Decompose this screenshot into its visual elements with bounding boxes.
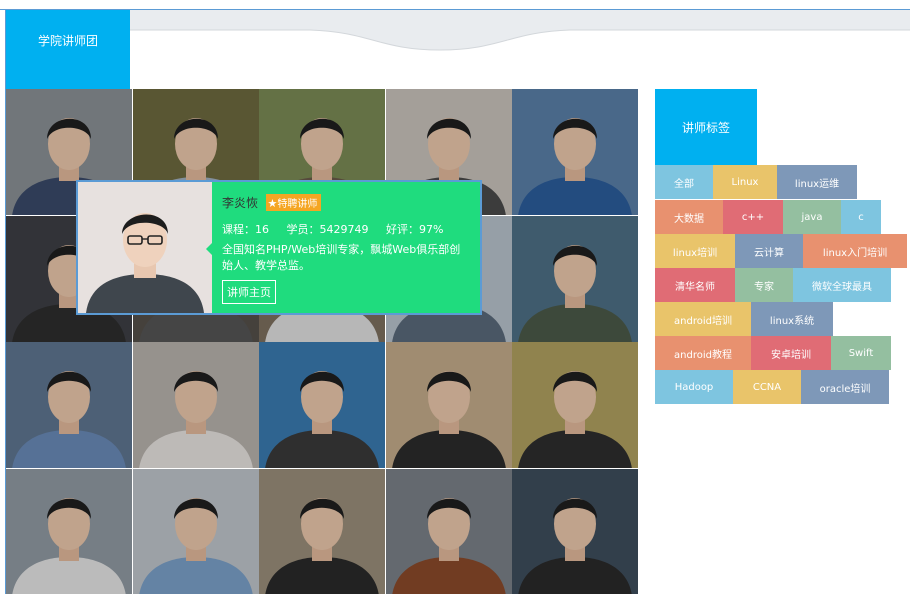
instructor-photo[interactable] [6,468,132,594]
tag-item[interactable]: linux运维 [777,165,857,199]
tag-item[interactable]: linux入门培训 [803,234,907,268]
tab-faculty[interactable]: 学院讲师团 [6,10,130,89]
tag-item[interactable]: android培训 [655,302,751,336]
tag-item[interactable]: Linux [713,165,777,199]
instructor-photo[interactable] [132,468,259,594]
instructor-photo[interactable] [512,342,638,468]
tag-item[interactable]: android教程 [655,336,751,370]
instructor-photo[interactable] [512,468,638,594]
instructor-description: 全国知名PHP/Web培训专家，飘城Web俱乐部创始人、教学总监。 [222,243,461,272]
tag-item[interactable]: 大数据 [655,200,723,234]
instructor-home-button[interactable]: 讲师主页 [222,280,276,304]
popup-arrow [206,242,213,256]
tag-item[interactable]: java [783,200,841,234]
tag-item[interactable]: 专家 [735,268,793,302]
tag-item[interactable]: 微软全球最具 [793,268,891,302]
tag-item[interactable]: 云计算 [735,234,803,268]
tag-item[interactable]: 安卓培训 [751,336,831,370]
instructor-grid [6,89,638,594]
instructor-photo[interactable] [385,342,512,468]
tag-item[interactable]: linux系统 [751,302,833,336]
badge-label: 特聘讲师 [277,199,318,210]
popup-body: 李炎恢 ★特聘讲师 课程：16 学员：5429749 好评：97% 全国知名PH… [222,194,467,304]
instructor-stats: 课程：16 学员：5429749 好评：97% [222,221,467,237]
tag-item[interactable]: linux培训 [655,234,735,268]
instructor-photo[interactable] [512,215,638,342]
instructor-photo[interactable] [259,468,385,594]
instructor-photo[interactable] [512,89,638,215]
instructor-name: 李炎恢 [222,196,259,210]
tag-item[interactable]: oracle培训 [801,370,889,404]
tab-faculty-label: 学院讲师团 [37,34,98,48]
tags-panel-title: 讲师标签 [655,89,757,165]
instructor-photo[interactable] [385,468,512,594]
instructor-photo[interactable] [132,342,259,468]
tag-item[interactable]: 清华名师 [655,268,735,302]
course-count: 课程：16 [222,223,269,236]
instructor-photo[interactable] [6,342,132,468]
instructor-popup: 李炎恢 ★特聘讲师 课程：16 学员：5429749 好评：97% 全国知名PH… [76,180,482,315]
tag-item[interactable]: Swift [831,336,891,370]
tag-item[interactable]: c++ [723,200,783,234]
tag-item[interactable]: c [841,200,881,234]
tag-item[interactable]: 全部 [655,165,713,199]
student-count: 学员：5429749 [286,223,369,236]
popup-photo [78,182,212,313]
tag-item[interactable]: Hadoop [655,370,733,404]
tag-item[interactable]: CCNA [733,370,801,404]
star-icon: ★ [267,197,278,210]
title-badge: ★特聘讲师 [265,194,322,211]
banner-decoration [130,10,910,51]
tags-title-label: 讲师标签 [681,120,730,135]
instructor-photo[interactable] [259,342,385,468]
rating: 好评：97% [386,223,444,236]
